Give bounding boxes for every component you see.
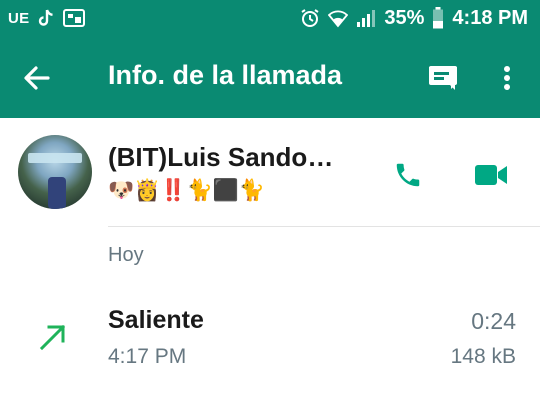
call-type: Saliente (108, 306, 204, 334)
signal-icon (356, 8, 376, 28)
wifi-icon (328, 8, 349, 28)
video-call-icon[interactable] (474, 162, 508, 188)
battery-icon (432, 7, 444, 29)
page-title: Info. de la llamada (108, 60, 343, 90)
contact-name: (BIT)Luis Sando… (108, 142, 334, 172)
message-icon[interactable] (425, 63, 461, 93)
outgoing-arrow-icon (38, 322, 68, 352)
clock: 4:18 PM (452, 6, 528, 29)
date-section-label: Hoy (108, 244, 144, 266)
back-arrow-icon[interactable] (22, 63, 52, 93)
status-bar: UE 35% 4:18 PM (0, 0, 540, 36)
voice-call-icon[interactable] (393, 160, 423, 190)
tiktok-icon (37, 8, 55, 28)
call-duration: 0:24 (471, 308, 516, 334)
status-bar-right: 35% 4:18 PM (292, 7, 528, 30)
avatar[interactable] (18, 135, 92, 209)
alarm-icon (300, 8, 320, 28)
avatar-image-detail (48, 177, 66, 209)
notification-app-icon (63, 9, 86, 27)
status-bar-left: UE (8, 8, 93, 28)
contact-status: 🐶👸‼️🐈⬛🐈 (108, 178, 265, 202)
more-vert-icon[interactable] (495, 63, 519, 93)
app-bar: Info. de la llamada (0, 36, 540, 118)
contact-row[interactable]: (BIT)Luis Sando… 🐶👸‼️🐈⬛🐈 (0, 118, 540, 228)
call-data-size: 148 kB (450, 345, 516, 368)
carrier-label: UE (8, 9, 30, 27)
divider (108, 226, 540, 227)
battery-percent: 35% (384, 6, 425, 29)
avatar-image-detail (28, 153, 82, 163)
call-log-entry: Saliente 4:17 PM 0:24 148 kB (0, 296, 540, 376)
call-time: 4:17 PM (108, 345, 187, 368)
